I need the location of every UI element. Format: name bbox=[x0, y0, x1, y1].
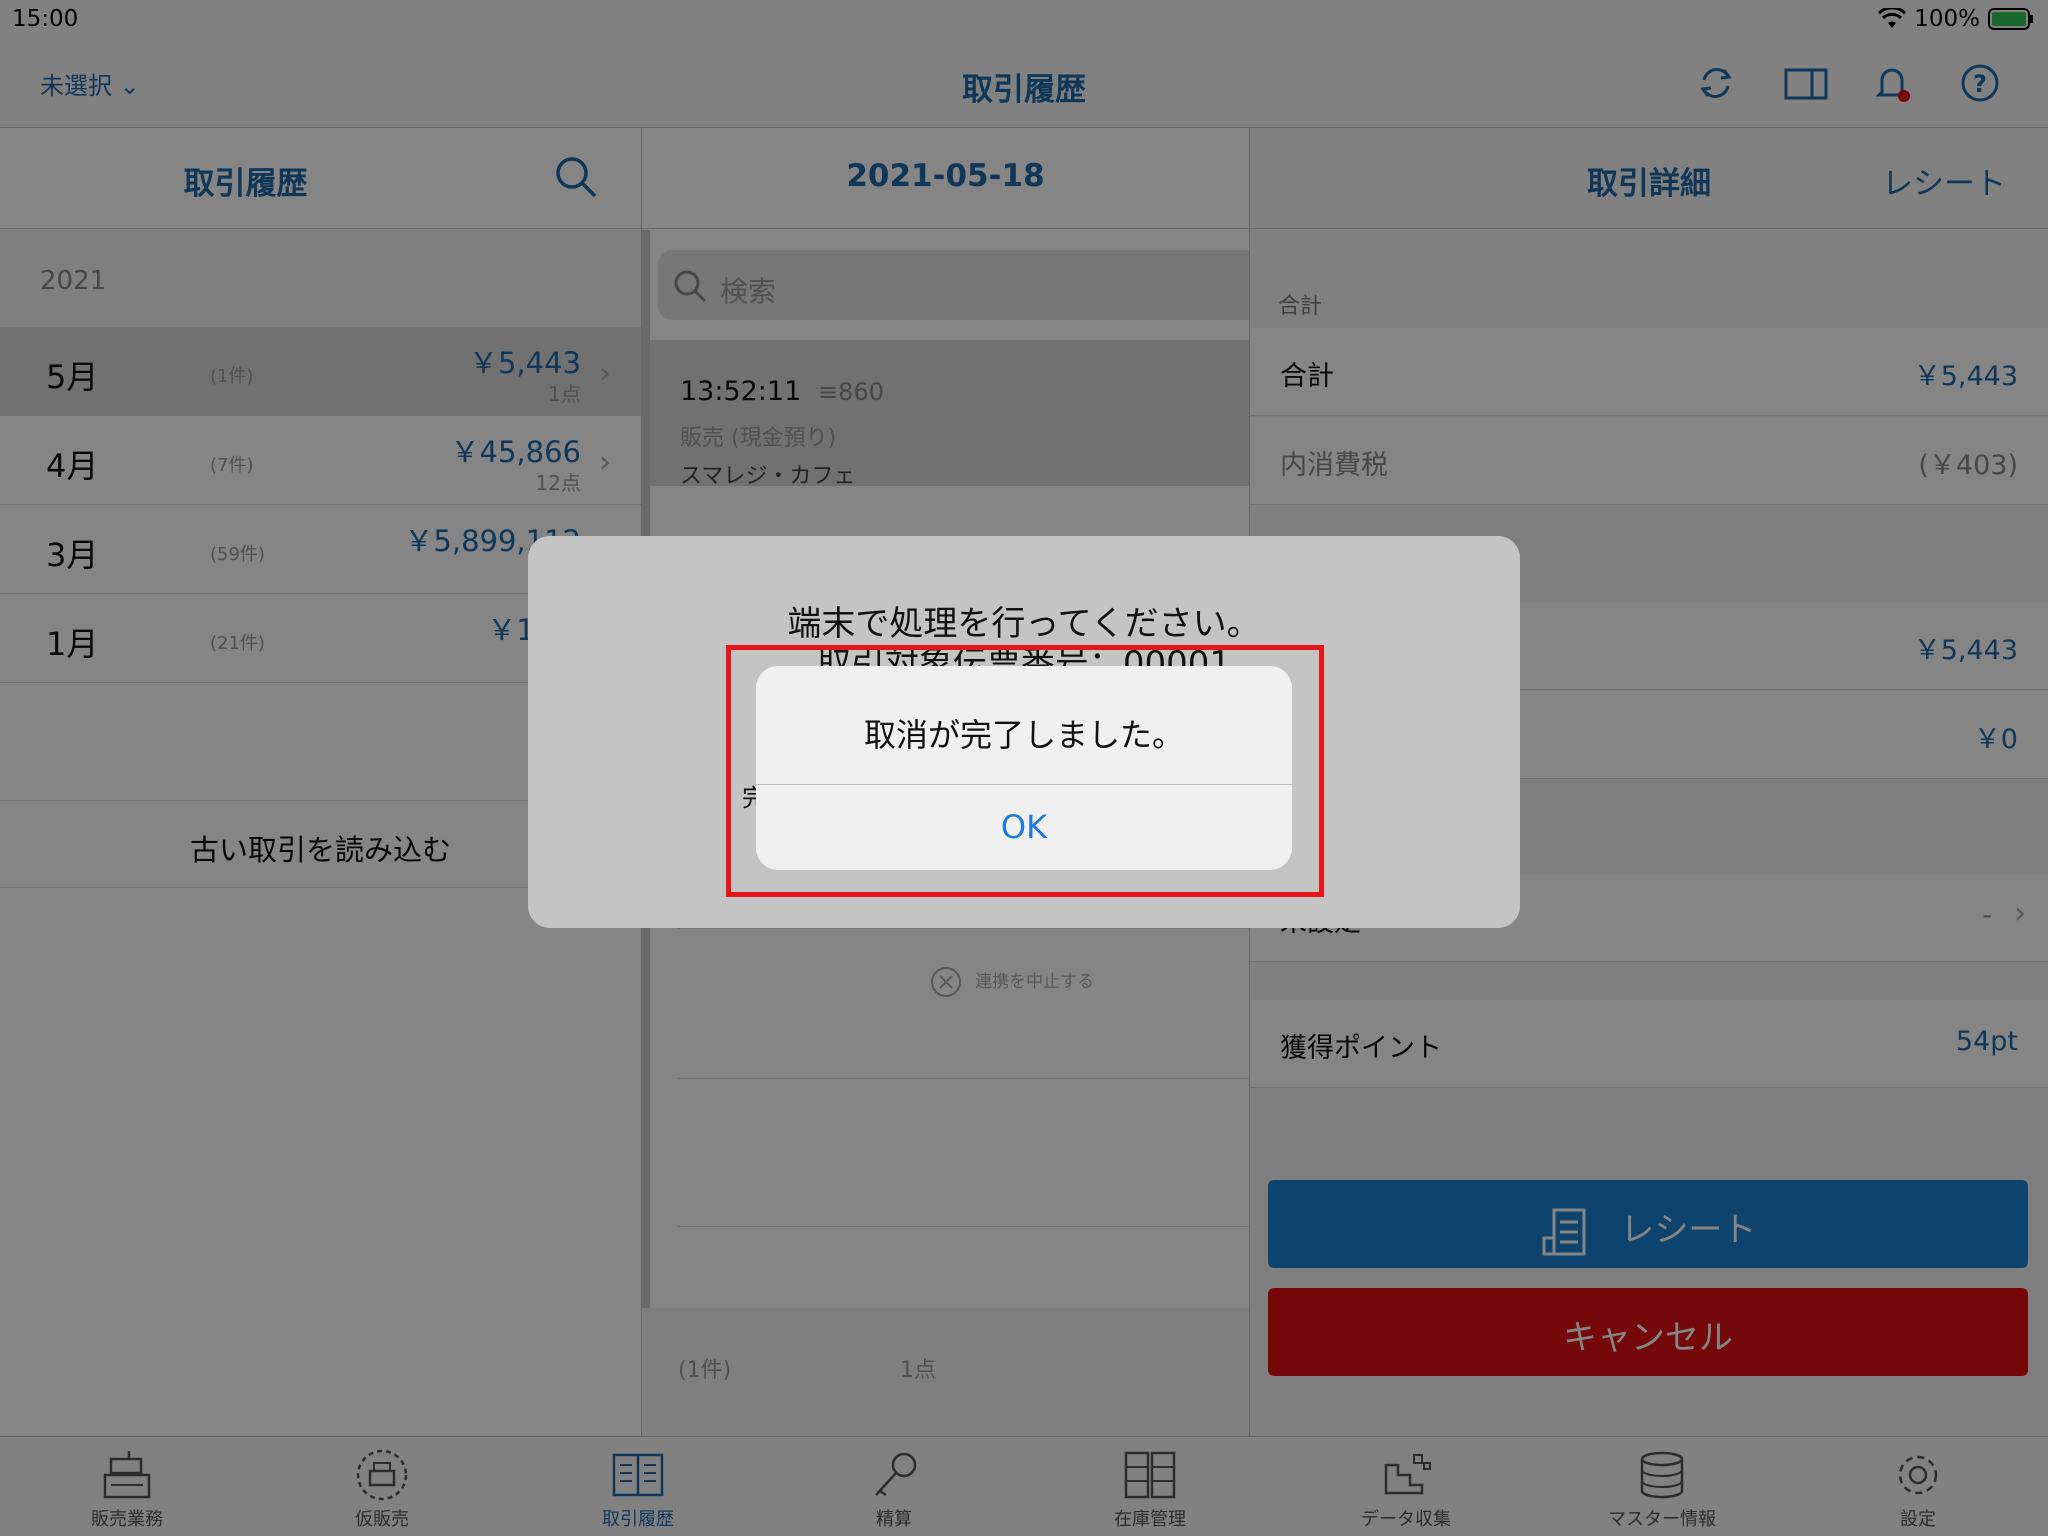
processing-message: 端末で処理を行ってください。 bbox=[787, 604, 1261, 644]
highlight-box bbox=[726, 645, 1324, 897]
